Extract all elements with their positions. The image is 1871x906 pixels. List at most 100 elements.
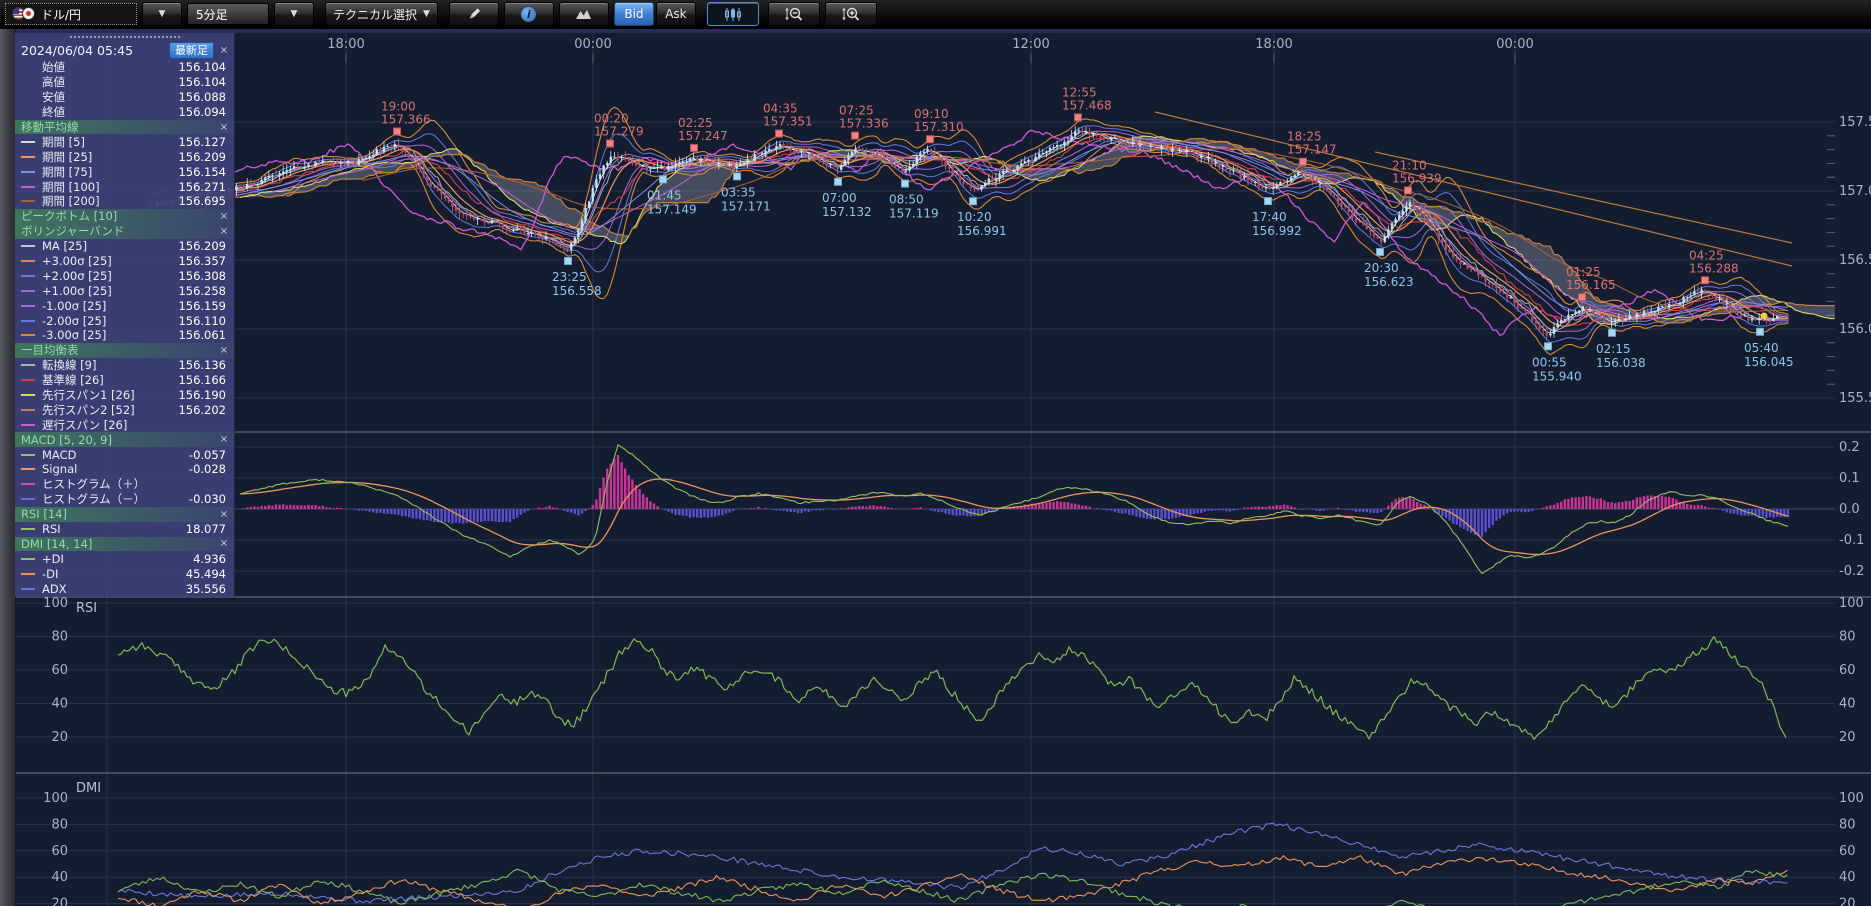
panel-edge-strip[interactable] bbox=[0, 29, 16, 906]
draw-tool-button[interactable] bbox=[449, 2, 499, 26]
peak-marker bbox=[1702, 277, 1709, 284]
line-swatch bbox=[21, 260, 35, 262]
panel-drag-handle[interactable] bbox=[15, 33, 234, 40]
line-swatch bbox=[21, 334, 35, 336]
svg-text:156.558: 156.558 bbox=[552, 284, 602, 298]
indicator-label: ADX bbox=[42, 582, 186, 596]
indicator-label: 先行スパン1 [26] bbox=[42, 387, 178, 403]
chart-background bbox=[0, 29, 1871, 906]
timeframe-caret-button[interactable]: ▼ bbox=[274, 2, 314, 26]
candlestick-style-button[interactable] bbox=[707, 2, 759, 26]
chevron-down-icon: ▼ bbox=[291, 9, 298, 19]
indicator-label: 高値 bbox=[42, 74, 178, 90]
line-swatch bbox=[21, 528, 35, 530]
ask-button[interactable]: Ask bbox=[656, 2, 696, 26]
indicator-label: 転換線 [9] bbox=[42, 357, 178, 373]
section-title: 一目均衡表 bbox=[21, 342, 218, 358]
indicator-row: MA [25]156.209 bbox=[15, 239, 234, 254]
indicator-row: 基準線 [26]156.166 bbox=[15, 373, 234, 388]
line-swatch bbox=[21, 305, 35, 307]
svg-text:156.0: 156.0 bbox=[1839, 322, 1871, 337]
bottom-marker bbox=[1377, 249, 1384, 256]
timeframe-select[interactable]: 5分足 bbox=[187, 3, 269, 25]
bottom-marker bbox=[1265, 198, 1272, 205]
indicator-label: 基準線 [26] bbox=[42, 372, 178, 388]
indicator-value: 156.258 bbox=[178, 284, 226, 298]
line-swatch bbox=[21, 364, 35, 366]
bid-button[interactable]: Bid bbox=[614, 2, 654, 26]
info-button[interactable]: i bbox=[504, 2, 554, 26]
peak-marker bbox=[1579, 294, 1586, 301]
close-icon[interactable]: × bbox=[218, 538, 230, 549]
chart-canvas[interactable]: 18:0000:0012:0018:0000:0019:00157.36600:… bbox=[0, 0, 1871, 906]
indicator-value: 156.104 bbox=[178, 75, 226, 89]
svg-text:07:00: 07:00 bbox=[822, 191, 857, 205]
section-title: DMI [14, 14] bbox=[21, 537, 218, 551]
indicator-row: Signal-0.028 bbox=[15, 462, 234, 477]
area-chart-button[interactable] bbox=[559, 2, 609, 26]
line-swatch bbox=[21, 245, 35, 247]
svg-text:00:00: 00:00 bbox=[574, 37, 611, 52]
svg-text:155.5: 155.5 bbox=[1839, 391, 1871, 406]
svg-text:0.0: 0.0 bbox=[1839, 502, 1860, 517]
candlestick-chart-icon bbox=[723, 7, 743, 22]
svg-text:100: 100 bbox=[43, 596, 68, 611]
zoom-out-button[interactable] bbox=[768, 2, 820, 26]
indicator-row: 転換線 [9]156.136 bbox=[15, 358, 234, 373]
indicator-label: +3.00σ [25] bbox=[42, 254, 178, 268]
peak-marker bbox=[691, 144, 698, 151]
svg-text:156.5: 156.5 bbox=[1839, 253, 1871, 268]
indicator-value: 156.154 bbox=[178, 165, 226, 179]
line-swatch bbox=[21, 171, 35, 173]
mountain-icon bbox=[575, 7, 592, 21]
peak-marker bbox=[1075, 114, 1082, 121]
svg-text:100: 100 bbox=[43, 791, 68, 806]
indicator-row: 始値156.104 bbox=[15, 60, 234, 75]
line-swatch bbox=[21, 81, 35, 83]
close-icon[interactable]: × bbox=[218, 345, 230, 356]
indicator-value: 156.088 bbox=[178, 90, 226, 104]
indicator-value: -0.057 bbox=[189, 448, 226, 462]
indicator-section-header: 移動平均線× bbox=[15, 120, 234, 135]
close-icon[interactable]: × bbox=[218, 211, 230, 222]
close-icon[interactable]: × bbox=[218, 45, 230, 56]
svg-text:156.623: 156.623 bbox=[1364, 275, 1414, 289]
line-swatch bbox=[21, 588, 35, 590]
indicator-row: 期間 [25]156.209 bbox=[15, 149, 234, 164]
fx-chart-app: ドル/円 ▼ 5分足 ▼ テクニカル選択 ▼ i Bid Ask bbox=[0, 0, 1871, 906]
indicator-row: 遅行スパン [26] bbox=[15, 417, 234, 432]
indicator-value: 156.166 bbox=[178, 373, 226, 387]
svg-text:80: 80 bbox=[1839, 817, 1856, 832]
indicator-label: 終値 bbox=[42, 104, 178, 120]
currency-pair-caret-button[interactable]: ▼ bbox=[142, 2, 182, 26]
indicator-label: -1.00σ [25] bbox=[42, 299, 178, 313]
svg-text:157.468: 157.468 bbox=[1062, 98, 1112, 112]
close-icon[interactable]: × bbox=[218, 434, 230, 445]
svg-text:08:50: 08:50 bbox=[889, 193, 924, 207]
svg-text:157.149: 157.149 bbox=[647, 202, 697, 216]
indicator-label: +1.00σ [25] bbox=[42, 284, 178, 298]
indicator-row: 終値156.094 bbox=[15, 105, 234, 120]
technical-select-button[interactable]: テクニカル選択 ▼ bbox=[325, 2, 438, 26]
svg-text:157.279: 157.279 bbox=[594, 124, 644, 138]
currency-pair-label: ドル/円 bbox=[41, 6, 81, 23]
close-icon[interactable]: × bbox=[218, 122, 230, 133]
svg-text:20: 20 bbox=[51, 897, 68, 906]
indicator-row: 期間 [75]156.154 bbox=[15, 164, 234, 179]
svg-text:156.045: 156.045 bbox=[1744, 355, 1794, 369]
peak-marker bbox=[607, 140, 614, 147]
svg-text:157.366: 157.366 bbox=[381, 112, 431, 126]
close-icon[interactable]: × bbox=[218, 226, 230, 237]
currency-pair-select[interactable]: ドル/円 bbox=[5, 3, 137, 25]
svg-text:00:55: 00:55 bbox=[1532, 355, 1567, 369]
ohlc-header: 2024/06/04 05:45 最新足 × bbox=[15, 40, 234, 60]
line-swatch bbox=[21, 290, 35, 292]
close-icon[interactable]: × bbox=[218, 509, 230, 520]
svg-text:23:25: 23:25 bbox=[552, 270, 587, 284]
svg-text:21:10: 21:10 bbox=[1392, 158, 1427, 172]
indicator-label: +2.00σ [25] bbox=[42, 269, 178, 283]
zoom-in-button[interactable] bbox=[825, 2, 877, 26]
svg-text:18:25: 18:25 bbox=[1287, 130, 1322, 144]
indicator-label: 期間 [200] bbox=[42, 193, 178, 209]
line-swatch bbox=[21, 394, 35, 396]
